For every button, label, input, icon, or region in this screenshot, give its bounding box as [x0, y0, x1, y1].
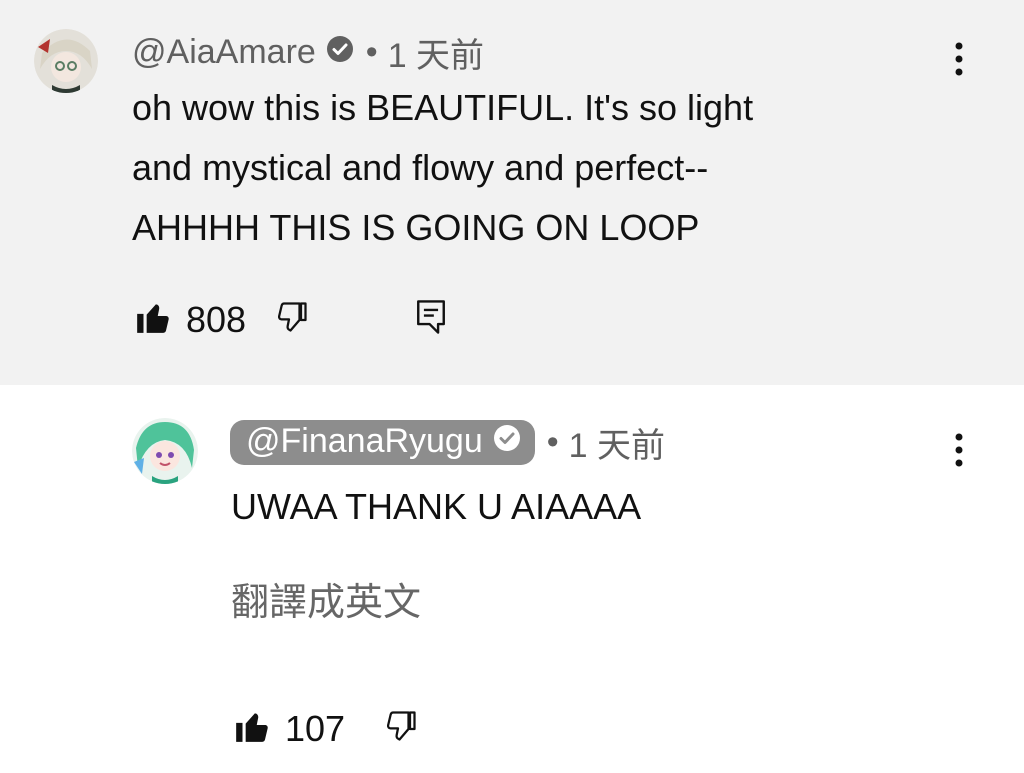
comment-finanaryugu: @FinanaRyugu • 1 天前 UWAA THANK U AIAAAA …	[0, 385, 1024, 773]
thumb-up-icon[interactable]	[233, 707, 271, 750]
comment-header: @FinanaRyugu • 1 天前	[230, 418, 665, 467]
thumb-down-icon[interactable]	[383, 708, 419, 749]
comment-header: @AiaAmare • 1 天前	[132, 28, 484, 77]
comment-time: 1 天前	[387, 37, 485, 75]
more-vertical-icon[interactable]	[950, 42, 968, 83]
avatar-finanaryugu[interactable]	[132, 418, 198, 484]
translate-link[interactable]: 翻譯成英文	[231, 571, 421, 626]
comment-text-line: oh wow this is BEAUTIFUL. It's so light	[132, 87, 754, 128]
author-handle[interactable]: @AiaAmare	[132, 33, 316, 72]
avatar-aiaamare[interactable]	[34, 29, 98, 93]
comment-actions: 107	[233, 707, 419, 750]
author-handle: @FinanaRyugu	[246, 422, 483, 460]
thumb-down-icon[interactable]	[274, 299, 310, 340]
comment-text: oh wow this is BEAUTIFUL. It's so light …	[132, 78, 753, 258]
comment-text: UWAA THANK U AIAAAA	[231, 486, 642, 527]
more-vertical-icon[interactable]	[950, 433, 968, 474]
comment-text-line: AHHHH THIS IS GOING ON LOOP	[132, 207, 700, 248]
creator-handle-pill[interactable]: @FinanaRyugu	[230, 420, 535, 465]
check-circle-icon	[326, 33, 354, 72]
comment-aiaamare: @AiaAmare • 1 天前 oh wow this is BEAUTIFU…	[0, 0, 1024, 385]
comment-time: 1 天前	[568, 427, 666, 465]
like-count: 808	[186, 298, 247, 340]
separator-dot: •	[365, 33, 378, 71]
comment-text-line: and mystical and flowy and perfect--	[132, 147, 709, 188]
check-circle-icon	[493, 422, 521, 461]
reply-comment-icon[interactable]	[414, 298, 448, 341]
thumb-up-icon[interactable]	[134, 298, 172, 341]
separator-dot: •	[546, 423, 559, 461]
comment-actions: 808	[134, 298, 448, 341]
like-count: 107	[285, 707, 346, 749]
